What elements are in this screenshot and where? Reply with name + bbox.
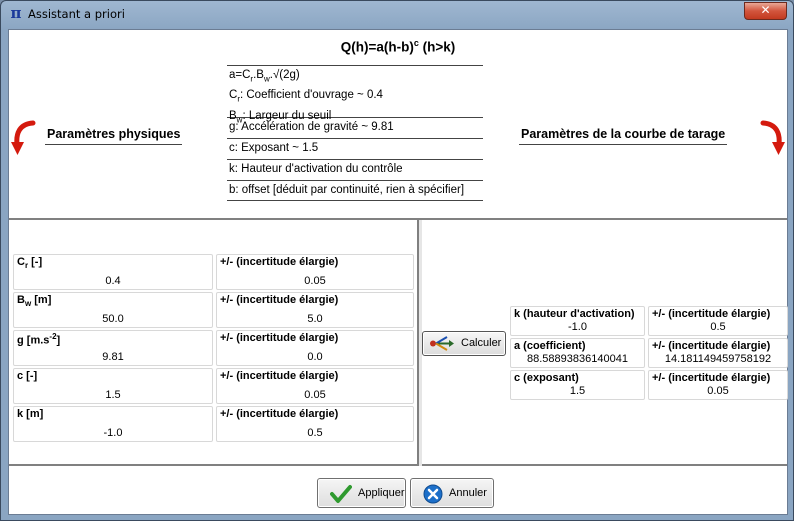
result-c: c (exposant) 1.5 bbox=[510, 370, 645, 400]
field-value[interactable]: 9.81 bbox=[14, 351, 212, 363]
apply-button[interactable]: Appliquer bbox=[317, 478, 406, 508]
title-bar[interactable]: π Assistant a priori ✕ bbox=[1, 1, 793, 27]
calculate-button[interactable]: Calculer bbox=[422, 331, 506, 356]
definition-b: b: offset [déduit par continuité, rien à… bbox=[227, 180, 483, 201]
field-label: +/- (incertitude élargie) bbox=[220, 294, 339, 306]
field-label: k [m] bbox=[17, 408, 44, 420]
field-label: a (coefficient) bbox=[514, 340, 586, 352]
definition-a-cr-bw: a=Cr.Bw.√(2g) Cr: Coefficient d'ouvrage … bbox=[227, 65, 483, 124]
field-value[interactable]: 0.0 bbox=[217, 351, 413, 363]
rating-curve-formula: Q(h)=a(h-b)c (h>k) bbox=[9, 38, 787, 55]
field-g[interactable]: g [m.s-2] 9.81 bbox=[13, 330, 213, 366]
dialog-footer: Appliquer Annuler bbox=[9, 468, 787, 514]
definition-c: c: Exposant ~ 1.5 bbox=[227, 138, 483, 159]
field-value: 0.5 bbox=[710, 321, 726, 333]
field-g-uncertainty[interactable]: +/- (incertitude élargie) 0.0 bbox=[216, 330, 414, 366]
cancel-icon bbox=[423, 484, 443, 504]
field-cr-uncertainty[interactable]: +/- (incertitude élargie) 0.05 bbox=[216, 254, 414, 290]
close-icon: ✕ bbox=[760, 3, 771, 17]
field-label: +/- (incertitude élargie) bbox=[220, 370, 339, 382]
cancel-button[interactable]: Annuler bbox=[410, 478, 494, 508]
field-label: +/- (incertitude élargie) bbox=[220, 256, 339, 268]
definitions-list: a=Cr.Bw.√(2g) Cr: Coefficient d'ouvrage … bbox=[227, 65, 483, 201]
rating-curve-parameters-label: Paramètres de la courbe de tarage bbox=[519, 127, 728, 145]
field-c-uncertainty[interactable]: +/- (incertitude élargie) 0.05 bbox=[216, 368, 414, 404]
field-label: c (exposant) bbox=[514, 372, 579, 384]
cancel-label: Annuler bbox=[449, 487, 487, 499]
field-label: +/- (incertitude élargie) bbox=[220, 332, 339, 344]
field-cr[interactable]: Cr [-] 0.4 bbox=[13, 254, 213, 290]
physical-parameters-label: Paramètres physiques bbox=[45, 127, 183, 145]
field-value[interactable]: 5.0 bbox=[217, 313, 413, 325]
field-c[interactable]: c [-] 1.5 bbox=[13, 368, 213, 404]
field-value[interactable]: 0.4 bbox=[14, 275, 212, 287]
field-label: g [m.s-2] bbox=[17, 332, 61, 347]
field-value: -1.0 bbox=[568, 321, 587, 333]
field-value[interactable]: -1.0 bbox=[14, 427, 212, 439]
field-label: Cr [-] bbox=[17, 256, 43, 271]
field-bw-uncertainty[interactable]: +/- (incertitude élargie) 5.0 bbox=[216, 292, 414, 328]
field-value[interactable]: 0.5 bbox=[217, 427, 413, 439]
result-a: a (coefficient) 88.58893836140041 bbox=[510, 338, 645, 368]
result-a-uncertainty: +/- (incertitude élargie) 14.18114945975… bbox=[648, 338, 788, 368]
formula-main: Q(h)=a(h-b) bbox=[340, 39, 414, 55]
result-c-uncertainty: +/- (incertitude élargie) 0.05 bbox=[648, 370, 788, 400]
result-k-uncertainty: +/- (incertitude élargie) 0.5 bbox=[648, 306, 788, 336]
field-label: Bw [m] bbox=[17, 294, 52, 309]
calculate-arrows-icon bbox=[430, 336, 454, 351]
definition-g: g: Accélération de gravité ~ 9.81 bbox=[227, 117, 483, 138]
field-k[interactable]: k [m] -1.0 bbox=[13, 406, 213, 442]
formula-header: Q(h)=a(h-b)c (h>k) a=Cr.Bw.√(2g) Cr: Coe… bbox=[9, 30, 787, 216]
field-k-uncertainty[interactable]: +/- (incertitude élargie) 0.5 bbox=[216, 406, 414, 442]
field-value[interactable]: 1.5 bbox=[14, 389, 212, 401]
field-bw[interactable]: Bw [m] 50.0 bbox=[13, 292, 213, 328]
field-label: +/- (incertitude élargie) bbox=[652, 308, 771, 320]
checkmark-icon bbox=[330, 485, 352, 503]
field-value: 0.05 bbox=[707, 385, 729, 397]
curved-arrow-down-icon bbox=[11, 120, 36, 155]
definition-k: k: Hauteur d'activation du contrôle bbox=[227, 159, 483, 180]
field-value[interactable]: 0.05 bbox=[217, 275, 413, 287]
dialog-content: Q(h)=a(h-b)c (h>k) a=Cr.Bw.√(2g) Cr: Coe… bbox=[8, 29, 788, 515]
field-label: c [-] bbox=[17, 370, 38, 382]
field-label: k (hauteur d'activation) bbox=[514, 308, 635, 320]
curved-arrow-down-icon bbox=[760, 120, 785, 155]
field-value[interactable]: 0.05 bbox=[217, 389, 413, 401]
field-label: +/- (incertitude élargie) bbox=[652, 372, 771, 384]
dialog-window: π Assistant a priori ✕ Q(h)=a(h-b)c (h>k… bbox=[0, 0, 794, 521]
parameters-panels: Cr [-] 0.4 +/- (incertitude élargie) 0.0… bbox=[9, 218, 788, 466]
pi-icon: π bbox=[10, 4, 22, 22]
field-value[interactable]: 50.0 bbox=[14, 313, 212, 325]
field-value: 1.5 bbox=[569, 385, 586, 397]
result-k: k (hauteur d'activation) -1.0 bbox=[510, 306, 645, 336]
apply-label: Appliquer bbox=[358, 487, 405, 499]
physical-parameters-panel: Cr [-] 0.4 +/- (incertitude élargie) 0.0… bbox=[9, 220, 419, 466]
calculate-label: Calculer bbox=[461, 337, 502, 349]
close-button[interactable]: ✕ bbox=[744, 2, 787, 20]
formula-condition: (h>k) bbox=[418, 39, 456, 55]
field-value: 88.58893836140041 bbox=[527, 353, 628, 365]
field-value: 14.181149459758192 bbox=[664, 353, 772, 365]
window-title: Assistant a priori bbox=[28, 7, 125, 21]
field-label: +/- (incertitude élargie) bbox=[652, 340, 771, 352]
field-label: +/- (incertitude élargie) bbox=[220, 408, 339, 420]
